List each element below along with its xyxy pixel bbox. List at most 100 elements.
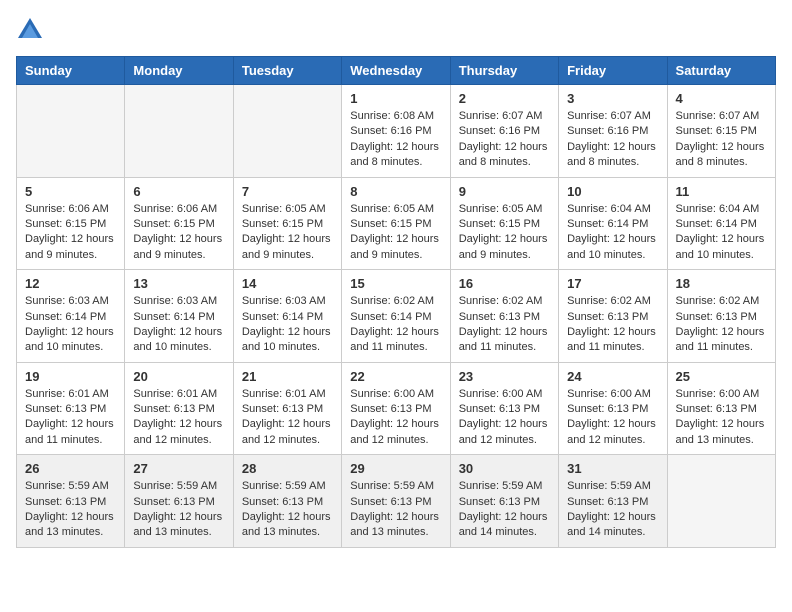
day-number: 6: [133, 184, 224, 199]
table-row: 5Sunrise: 6:06 AMSunset: 6:15 PMDaylight…: [17, 177, 125, 270]
sunset-label: Sunset: 6:13 PM: [242, 403, 323, 415]
day-number: 4: [676, 91, 767, 106]
daylight-label: Daylight: 12 hours and 9 minutes.: [459, 233, 548, 260]
daylight-label: Daylight: 12 hours and 10 minutes.: [133, 326, 222, 353]
day-info: Sunrise: 5:59 AM Sunset: 6:13 PM Daylight:…: [25, 479, 116, 541]
day-info: Sunrise: 6:04 AMSunset: 6:14 PMDaylight:…: [567, 202, 658, 264]
table-row: [233, 85, 341, 178]
day-number: 5: [25, 184, 116, 199]
sunrise-label: Sunrise: 5:59 AM: [25, 480, 109, 492]
day-number: 9: [459, 184, 550, 199]
table-row: 18Sunrise: 6:02 AMSunset: 6:13 PMDayligh…: [667, 270, 775, 363]
sunrise-label: Sunrise: 6:03 AM: [242, 295, 326, 307]
day-info: Sunrise: 5:59 AMSunset: 6:13 PMDaylight:…: [242, 479, 333, 541]
header-monday: Monday: [125, 57, 233, 85]
day-number: 2: [459, 91, 550, 106]
day-number: 18: [676, 276, 767, 291]
sunrise-label: Sunrise: 6:03 AM: [25, 295, 109, 307]
day-info: Sunrise: 6:01 AMSunset: 6:13 PMDaylight:…: [242, 387, 333, 449]
table-row: 29Sunrise: 5:59 AMSunset: 6:13 PMDayligh…: [342, 455, 450, 548]
day-number: 12: [25, 276, 116, 291]
day-info: Sunrise: 5:59 AMSunset: 6:13 PMDaylight:…: [350, 479, 441, 541]
day-number: 29: [350, 461, 441, 476]
logo: [16, 16, 46, 44]
daylight-label: Daylight: 12 hours and 14 minutes.: [567, 511, 656, 538]
sunset-label: Sunset: 6:13 PM: [567, 403, 648, 415]
table-row: 15Sunrise: 6:02 AMSunset: 6:14 PMDayligh…: [342, 270, 450, 363]
table-row: 21Sunrise: 6:01 AMSunset: 6:13 PMDayligh…: [233, 362, 341, 455]
sunset-label: Sunset: 6:13 PM: [350, 403, 431, 415]
table-row: 31Sunrise: 5:59 AMSunset: 6:13 PMDayligh…: [559, 455, 667, 548]
sunrise-label: Sunrise: 6:03 AM: [133, 295, 217, 307]
daylight-label: Daylight: 12 hours and 11 minutes.: [567, 326, 656, 353]
sunset-label: Sunset: 6:16 PM: [459, 125, 540, 137]
day-number: 20: [133, 369, 224, 384]
table-row: 7Sunrise: 6:05 AMSunset: 6:15 PMDaylight…: [233, 177, 341, 270]
daylight-label: Daylight: 12 hours and 12 minutes.: [242, 418, 331, 445]
page-header: [16, 16, 776, 44]
table-row: 22Sunrise: 6:00 AMSunset: 6:13 PMDayligh…: [342, 362, 450, 455]
table-row: 24Sunrise: 6:00 AMSunset: 6:13 PMDayligh…: [559, 362, 667, 455]
sunrise-label: Sunrise: 6:00 AM: [676, 388, 760, 400]
day-info: Sunrise: 6:01 AMSunset: 6:13 PMDaylight:…: [25, 387, 116, 449]
header-sunday: Sunday: [17, 57, 125, 85]
sunset-label: Sunset: 6:13 PM: [350, 496, 431, 508]
sunset-label: Sunset: 6:14 PM: [567, 218, 648, 230]
sunrise-label: Sunrise: 5:59 AM: [133, 480, 217, 492]
calendar-table: SundayMondayTuesdayWednesdayThursdayFrid…: [16, 56, 776, 548]
day-info: Sunrise: 5:59 AMSunset: 6:13 PMDaylight:…: [567, 479, 658, 541]
sunset-label: Sunset: 6:13 PM: [567, 496, 648, 508]
sunset-label: Sunset: 6:15 PM: [459, 218, 540, 230]
day-number: 14: [242, 276, 333, 291]
table-row: 28Sunrise: 5:59 AMSunset: 6:13 PMDayligh…: [233, 455, 341, 548]
table-row: 27Sunrise: 5:59 AMSunset: 6:13 PMDayligh…: [125, 455, 233, 548]
table-row: 14Sunrise: 6:03 AMSunset: 6:14 PMDayligh…: [233, 270, 341, 363]
daylight-label: Daylight: 12 hours and 9 minutes.: [25, 233, 114, 260]
daylight-label: Daylight: 12 hours and 13 minutes.: [242, 511, 331, 538]
week-row: 19Sunrise: 6:01 AMSunset: 6:13 PMDayligh…: [17, 362, 776, 455]
daylight-label: Daylight: 12 hours and 8 minutes.: [350, 141, 439, 168]
day-info: Sunrise: 5:59 AMSunset: 6:13 PMDaylight:…: [459, 479, 550, 541]
day-info: Sunrise: 6:02 AMSunset: 6:13 PMDaylight:…: [459, 294, 550, 356]
table-row: [17, 85, 125, 178]
sunset-label: Sunset: 6:14 PM: [350, 311, 431, 323]
daylight-label: Daylight: 12 hours and 12 minutes.: [567, 418, 656, 445]
daylight-label: Daylight: 12 hours and 11 minutes.: [676, 326, 765, 353]
sunset-label: Sunset: 6:15 PM: [133, 218, 214, 230]
table-row: 3Sunrise: 6:07 AMSunset: 6:16 PMDaylight…: [559, 85, 667, 178]
day-info: Sunrise: 5:59 AMSunset: 6:13 PMDaylight:…: [133, 479, 224, 541]
day-info: Sunrise: 6:00 AMSunset: 6:13 PMDaylight:…: [350, 387, 441, 449]
sunrise-label: Sunrise: 6:07 AM: [567, 110, 651, 122]
day-number: 10: [567, 184, 658, 199]
day-number: 15: [350, 276, 441, 291]
day-info: Sunrise: 6:07 AMSunset: 6:15 PMDaylight:…: [676, 109, 767, 171]
sunrise-label: Sunrise: 5:59 AM: [350, 480, 434, 492]
daylight-label: Daylight: 12 hours and 13 minutes.: [25, 511, 114, 538]
table-row: 19Sunrise: 6:01 AMSunset: 6:13 PMDayligh…: [17, 362, 125, 455]
sunrise-label: Sunrise: 6:04 AM: [676, 203, 760, 215]
table-row: 8 Sunrise: 6:05 AMSunset: 6:15 PMDaylight…: [342, 177, 450, 270]
sunset-label: Sunset: 6:13 PM: [567, 311, 648, 323]
day-info: Sunrise: 6:00 AMSunset: 6:13 PMDaylight:…: [676, 387, 767, 449]
day-number: 8: [350, 184, 441, 199]
day-info: Sunrise: 6:05 AMSunset: 6:15 PMDaylight:…: [350, 202, 441, 264]
week-row: 12 Sunrise: 6:03 AM Sunset: 6:14 PM Dayligh…: [17, 270, 776, 363]
week-row: 5Sunrise: 6:06 AMSunset: 6:15 PMDaylight…: [17, 177, 776, 270]
daylight-label: Daylight: 12 hours and 9 minutes.: [350, 233, 439, 260]
sunrise-label: Sunrise: 6:02 AM: [459, 295, 543, 307]
day-info: Sunrise: 6:04 AMSunset: 6:14 PMDaylight:…: [676, 202, 767, 264]
sunset-label: Sunset: 6:14 PM: [242, 311, 323, 323]
day-number: 30: [459, 461, 550, 476]
table-row: 20Sunrise: 6:01 AMSunset: 6:13 PMDayligh…: [125, 362, 233, 455]
daylight-label: Daylight: 12 hours and 13 minutes.: [676, 418, 765, 445]
daylight-label: Daylight: 12 hours and 12 minutes.: [459, 418, 548, 445]
sunset-label: Sunset: 6:16 PM: [350, 125, 431, 137]
daylight-label: Daylight: 12 hours and 8 minutes.: [459, 141, 548, 168]
sunrise-label: Sunrise: 6:07 AM: [459, 110, 543, 122]
sunrise-label: Sunrise: 6:00 AM: [350, 388, 434, 400]
week-row: 1Sunrise: 6:08 AMSunset: 6:16 PMDaylight…: [17, 85, 776, 178]
table-row: 10 Sunrise: 6:04 AMSunset: 6:14 PMDayligh…: [559, 177, 667, 270]
table-row: 23Sunrise: 6:00 AMSunset: 6:13 PMDayligh…: [450, 362, 558, 455]
header-row: SundayMondayTuesdayWednesdayThursdayFrid…: [17, 57, 776, 85]
sunset-label: Sunset: 6:13 PM: [25, 496, 106, 508]
